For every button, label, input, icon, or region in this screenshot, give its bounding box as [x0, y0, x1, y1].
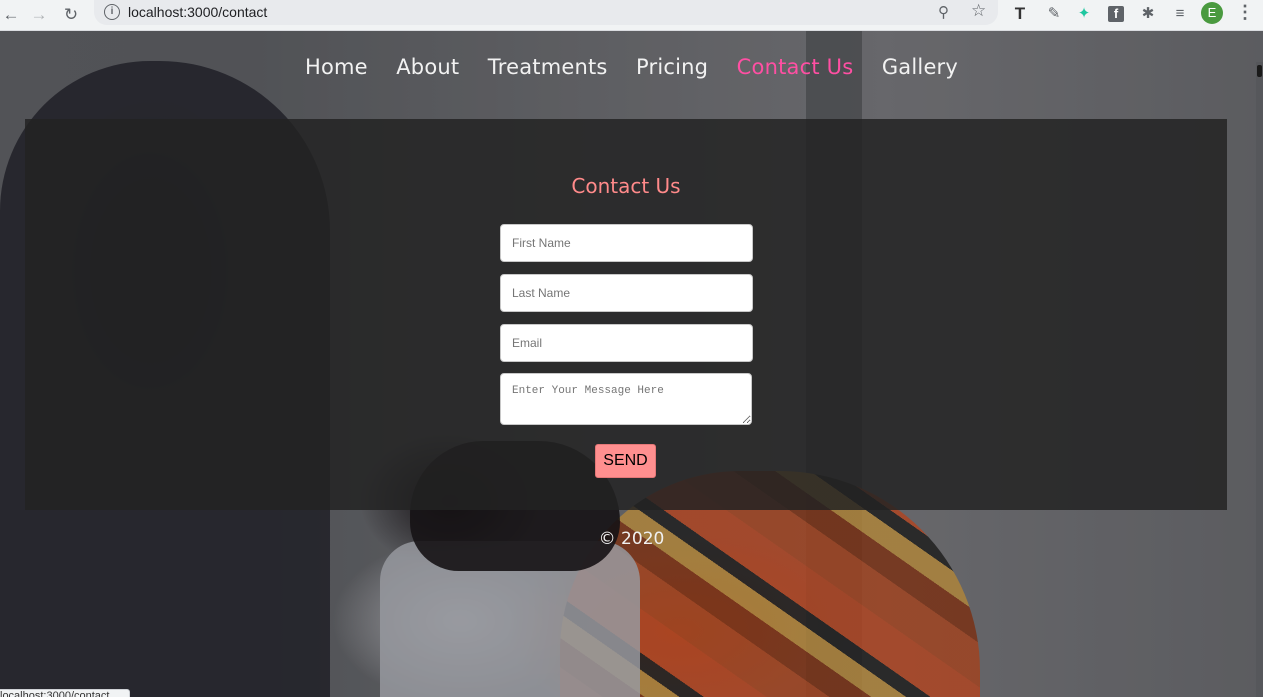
nav-gallery[interactable]: Gallery — [882, 55, 958, 79]
kebab-menu-icon[interactable]: ⋮ — [1236, 2, 1254, 23]
address-url[interactable]: localhost:3000/contact — [128, 4, 267, 20]
profile-avatar[interactable]: E — [1201, 2, 1223, 24]
last-name-field[interactable] — [500, 274, 753, 312]
media-queue-icon[interactable]: ≡ — [1169, 3, 1191, 25]
page-scrollbar[interactable] — [1256, 62, 1263, 697]
address-bar[interactable]: i localhost:3000/contact ⚲ ☆ — [94, 0, 998, 25]
browser-toolbar: ← → ↻ i localhost:3000/contact ⚲ ☆ T ✎ ✦… — [0, 0, 1263, 31]
page-viewport: Home About Treatments Pricing Contact Us… — [0, 31, 1263, 697]
email-field[interactable] — [500, 324, 753, 362]
copyright-footer: © 2020 — [598, 529, 665, 549]
main-nav: Home About Treatments Pricing Contact Us… — [0, 55, 1263, 79]
message-field[interactable] — [500, 373, 752, 425]
reload-icon[interactable]: ↻ — [60, 4, 82, 26]
nav-home[interactable]: Home — [305, 55, 368, 79]
nav-pricing[interactable]: Pricing — [636, 55, 708, 79]
link-status-bar: localhost:3000/contact — [0, 689, 130, 697]
scrollbar-thumb[interactable] — [1257, 65, 1262, 77]
nav-contact-us[interactable]: Contact Us — [737, 55, 854, 79]
forward-icon[interactable]: → — [28, 4, 50, 26]
facebook-extension-icon[interactable]: f — [1108, 6, 1124, 22]
back-icon[interactable]: ← — [0, 4, 22, 26]
contact-panel: Contact Us SEND — [25, 119, 1227, 510]
send-button[interactable]: SEND — [595, 444, 656, 478]
text-extension-icon[interactable]: T — [1009, 3, 1031, 25]
extensions-puzzle-icon[interactable]: ✱ — [1137, 3, 1159, 25]
pen-extension-icon[interactable]: ✎ — [1043, 3, 1065, 25]
zoom-icon[interactable]: ⚲ — [938, 3, 949, 21]
bird-extension-icon[interactable]: ✦ — [1073, 3, 1095, 25]
site-info-icon[interactable]: i — [104, 4, 120, 20]
contact-title: Contact Us — [571, 174, 681, 198]
first-name-field[interactable] — [500, 224, 753, 262]
bookmark-star-icon[interactable]: ☆ — [971, 1, 986, 21]
nav-about[interactable]: About — [396, 55, 459, 79]
nav-treatments[interactable]: Treatments — [488, 55, 608, 79]
